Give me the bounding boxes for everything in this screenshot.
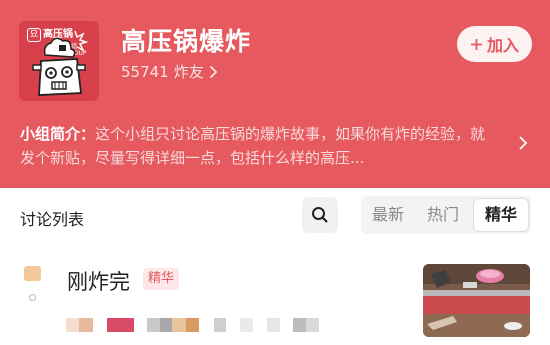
exploding-pot-illustration-icon [32, 30, 89, 96]
member-count: 55741 [121, 62, 169, 81]
blurred-meta-block [172, 318, 186, 332]
blurred-meta-block [186, 318, 199, 332]
group-page: 豆 高压锅 小组 GROUP 高压锅爆炸 55741 炸友 加入 [0, 0, 550, 345]
blurred-meta-block [267, 318, 280, 332]
chevron-right-icon[interactable] [518, 135, 528, 151]
blurred-meta-block [306, 318, 319, 332]
discussion-list-title: 讨论列表 [20, 210, 85, 229]
tab-hot[interactable]: 热门 [418, 196, 468, 234]
member-count-link[interactable]: 55741 炸友 [121, 61, 218, 82]
blurred-meta-block [66, 318, 79, 332]
group-intro[interactable]: 小组简介：这个小组只讨论高压锅的爆炸故事，如果你有炸的经验，就发个新贴，尽量写得… [20, 122, 500, 170]
author-avatar[interactable] [24, 266, 41, 281]
blurred-meta-block [240, 318, 253, 332]
chevron-right-icon [209, 65, 218, 78]
search-button[interactable] [302, 197, 338, 233]
blurred-meta-block [147, 318, 160, 332]
blurred-meta-block [293, 318, 306, 332]
blurred-meta-block [107, 318, 134, 332]
join-button-label: 加入 [486, 36, 519, 55]
kitchen-photo-thumbnail [423, 264, 530, 337]
post-title[interactable]: 刚炸完 [67, 266, 130, 296]
post-thumbnail[interactable] [423, 264, 530, 337]
blurred-meta-block [79, 318, 93, 332]
blurred-meta-block [214, 318, 226, 332]
tab-latest[interactable]: 最新 [363, 196, 413, 234]
tab-featured[interactable]: 精华 [473, 198, 529, 232]
search-icon [312, 207, 328, 223]
featured-badge: 精华 [143, 268, 180, 290]
join-group-button[interactable]: 加入 [457, 26, 532, 62]
plus-icon [470, 38, 482, 50]
sort-tabs: 最新 热门 精华 [361, 196, 531, 234]
intro-label: 小组简介： [20, 125, 96, 143]
blurred-meta-block [160, 318, 172, 332]
group-avatar[interactable]: 豆 高压锅 小组 GROUP [19, 21, 99, 101]
member-unit: 炸友 [173, 63, 204, 81]
avatar-status-dot [29, 294, 36, 301]
group-title: 高压锅爆炸 [121, 27, 252, 56]
